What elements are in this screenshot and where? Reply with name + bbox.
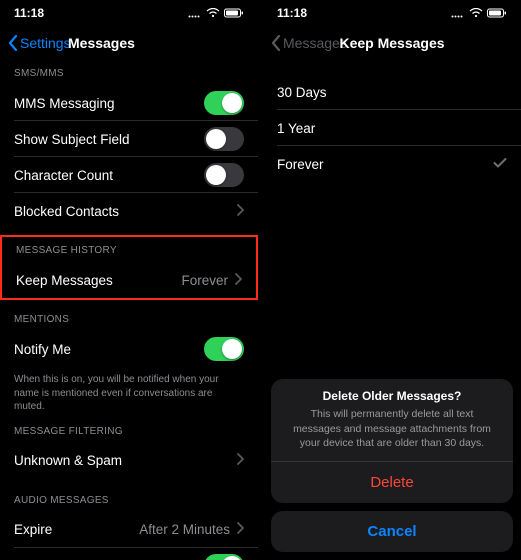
status-indicators <box>188 8 244 18</box>
row-label: Unknown & Spam <box>14 453 122 468</box>
row-value: Forever <box>181 273 228 288</box>
chevron-right-icon <box>236 522 244 537</box>
row-label: Keep Messages <box>16 273 113 288</box>
status-bar: 11:18 <box>263 0 521 26</box>
row-label: MMS Messaging <box>14 96 115 111</box>
status-time: 11:18 <box>14 6 44 20</box>
option-label: 1 Year <box>277 121 315 136</box>
section-header-audio: AUDIO MESSAGES <box>0 479 258 512</box>
section-header-smsmms: SMS/MMS <box>0 60 258 85</box>
section-header-filtering: MESSAGE FILTERING <box>0 418 258 443</box>
row-character-count[interactable]: Character Count <box>0 157 258 193</box>
row-expire[interactable]: Expire After 2 Minutes <box>0 512 258 548</box>
chevron-right-icon <box>236 204 244 219</box>
section-header-history: MESSAGE HISTORY <box>2 237 256 262</box>
row-label: Character Count <box>14 168 113 183</box>
toggle-charcount[interactable] <box>204 163 244 187</box>
row-value: After 2 Minutes <box>139 522 230 537</box>
toggle-mms[interactable] <box>204 91 244 115</box>
chevron-right-icon <box>234 273 242 288</box>
back-button[interactable]: Settings <box>8 35 71 51</box>
check-icon <box>493 157 507 172</box>
phone-right-keep-messages: 11:18 Messages Keep Messages 30 Days 1 Y… <box>263 0 521 560</box>
nav-bar: Messages Keep Messages <box>263 26 521 60</box>
nav-bar: Settings Messages <box>0 26 258 60</box>
row-notify-me[interactable]: Notify Me <box>0 331 258 367</box>
row-unknown-spam[interactable]: Unknown & Spam <box>0 443 258 479</box>
option-forever[interactable]: Forever <box>263 146 521 182</box>
cellular-icon <box>188 8 202 18</box>
toggle-notify[interactable] <box>204 337 244 361</box>
chevron-left-icon <box>8 35 18 51</box>
row-show-subject[interactable]: Show Subject Field <box>0 121 258 157</box>
toggle-subject[interactable] <box>204 127 244 151</box>
sheet-message: This will permanently delete all text me… <box>271 407 513 461</box>
phone-left-messages-settings: 11:18 Settings Messages SMS/MMS MMS Mess… <box>0 0 258 560</box>
row-blocked-contacts[interactable]: Blocked Contacts <box>0 193 258 229</box>
cellular-icon <box>451 8 465 18</box>
toggle-raise[interactable] <box>204 554 244 560</box>
status-time: 11:18 <box>277 6 307 20</box>
option-30-days[interactable]: 30 Days <box>263 74 521 110</box>
action-sheet-card: Delete Older Messages? This will permane… <box>271 379 513 503</box>
row-keep-messages[interactable]: Keep Messages Forever <box>2 262 256 298</box>
back-label: Settings <box>20 35 71 51</box>
back-label: Messages <box>283 35 347 51</box>
row-label: Expire <box>14 522 52 537</box>
section-header-mentions: MENTIONS <box>0 304 258 331</box>
back-button[interactable]: Messages <box>271 35 347 51</box>
battery-icon <box>487 8 507 18</box>
wifi-icon <box>469 8 483 18</box>
battery-icon <box>224 8 244 18</box>
wifi-icon <box>206 8 220 18</box>
option-label: 30 Days <box>277 85 327 100</box>
chevron-left-icon <box>271 35 281 51</box>
row-raise-listen[interactable]: Raise to Listen <box>0 548 258 560</box>
status-bar: 11:18 <box>0 0 258 26</box>
sheet-title: Delete Older Messages? <box>271 379 513 407</box>
option-label: Forever <box>277 157 324 172</box>
nav-title: Messages <box>68 35 135 51</box>
row-label: Show Subject Field <box>14 132 130 147</box>
row-label: Blocked Contacts <box>14 204 119 219</box>
row-label: Notify Me <box>14 342 71 357</box>
cancel-button[interactable]: Cancel <box>271 511 513 552</box>
chevron-right-icon <box>236 453 244 468</box>
section-footer-mentions: When this is on, you will be notified wh… <box>0 367 258 418</box>
option-1-year[interactable]: 1 Year <box>263 110 521 146</box>
action-sheet: Delete Older Messages? This will permane… <box>263 371 521 560</box>
row-mms-messaging[interactable]: MMS Messaging <box>0 85 258 121</box>
status-indicators <box>451 8 507 18</box>
highlight-keep-messages: MESSAGE HISTORY Keep Messages Forever <box>0 235 258 300</box>
delete-button[interactable]: Delete <box>271 462 513 503</box>
